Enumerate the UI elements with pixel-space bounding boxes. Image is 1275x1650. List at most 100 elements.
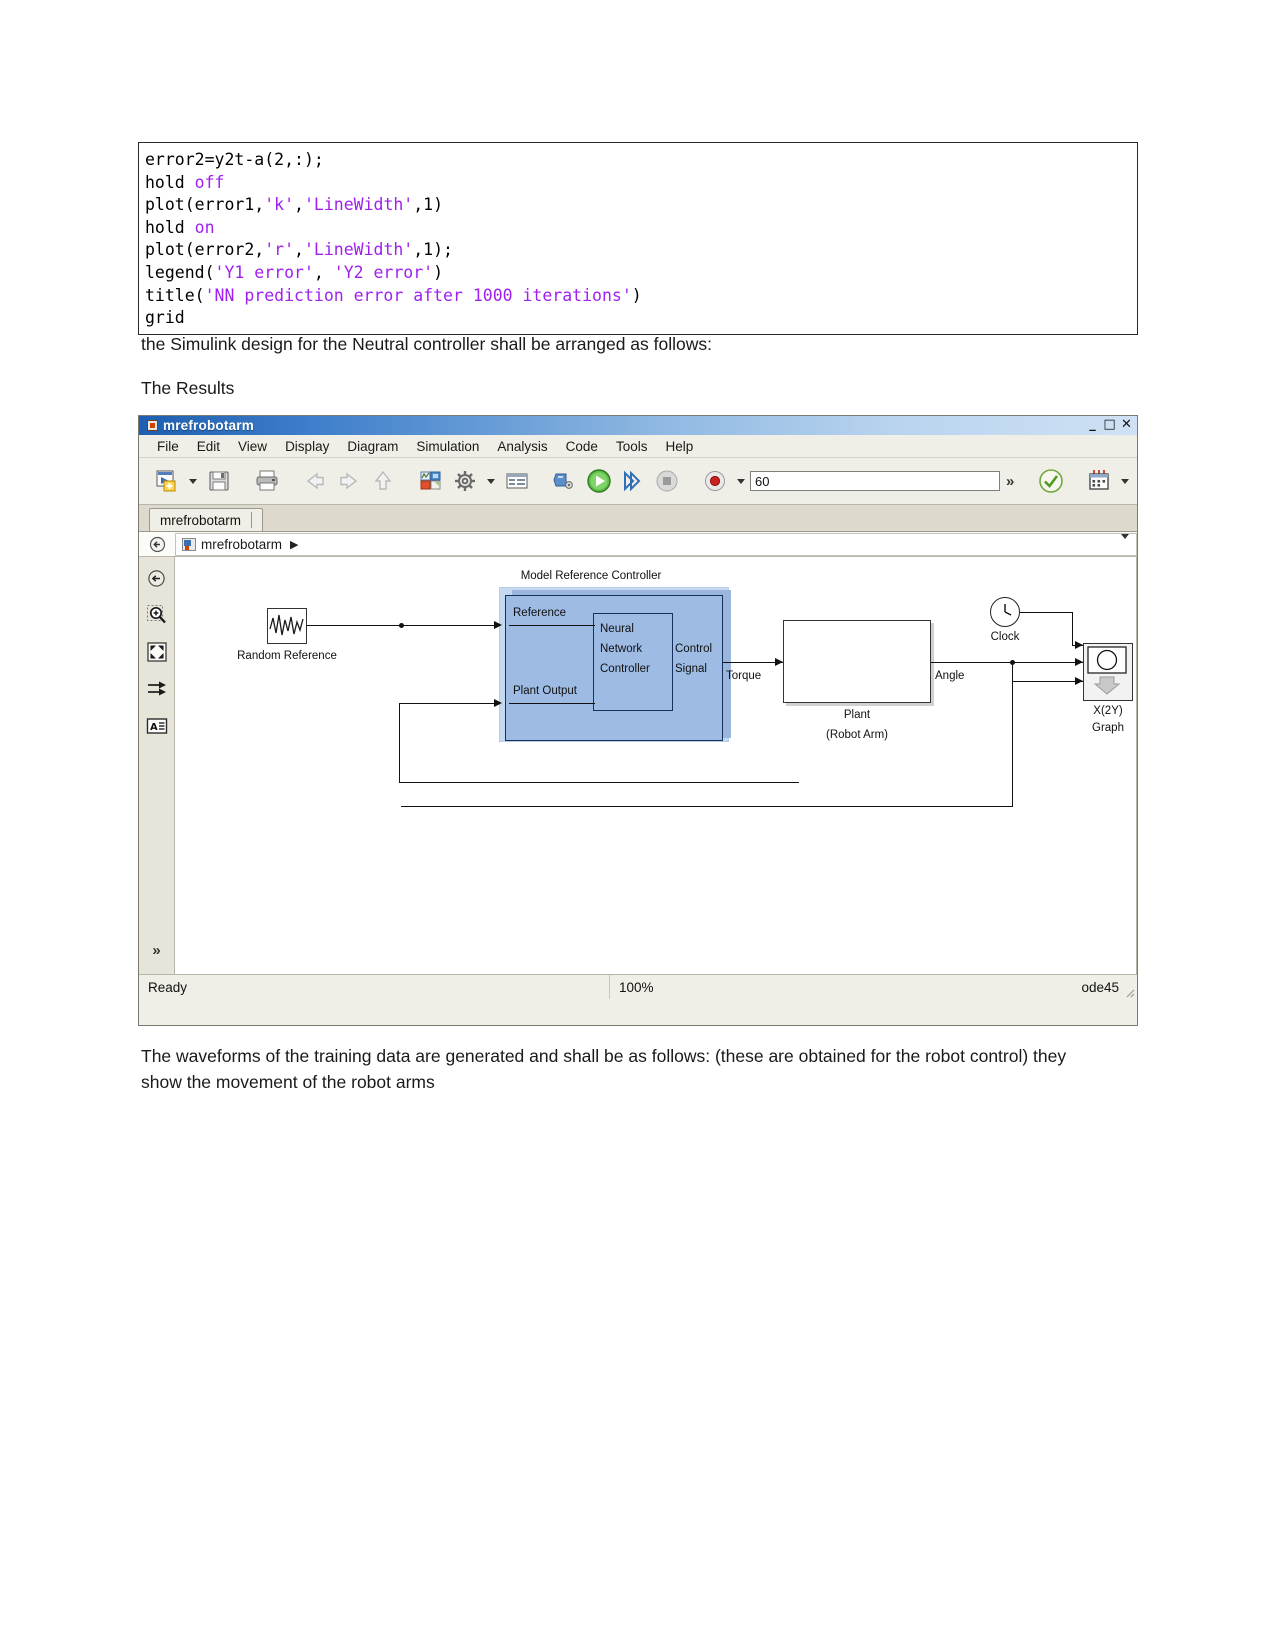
menu-item-analysis[interactable]: Analysis bbox=[488, 439, 556, 454]
arrow-reference-port bbox=[494, 621, 502, 629]
wire-clock-out bbox=[1020, 612, 1073, 614]
wire-random-to-junction bbox=[307, 625, 401, 627]
window-controls: _ □ ✕ bbox=[1084, 417, 1135, 432]
model-explorer-icon[interactable] bbox=[500, 464, 534, 498]
label-reference-port: Reference bbox=[513, 607, 567, 619]
status-solver: ode45 bbox=[1081, 979, 1119, 995]
arrow-plant-output-port bbox=[494, 699, 502, 707]
model-configuration-dropdown-icon[interactable] bbox=[482, 464, 500, 498]
label-angle: Angle bbox=[935, 670, 965, 682]
model-canvas[interactable]: Model Reference Controller Reference Pla… bbox=[175, 557, 1137, 974]
breadcrumb-dropdown-icon[interactable] bbox=[1121, 534, 1129, 557]
paragraph-simulink-design: the Simulink design for the Neutral cont… bbox=[141, 334, 712, 354]
print-icon[interactable] bbox=[250, 464, 284, 498]
simulink-model-icon bbox=[147, 420, 158, 431]
canvas-toolbar: A » bbox=[139, 557, 175, 974]
random-reference-block[interactable] bbox=[267, 608, 307, 644]
zoom-in-icon[interactable] bbox=[144, 602, 170, 628]
code-line: error2=y2t-a(2,:); bbox=[145, 150, 324, 169]
tab-label: mrefrobotarm bbox=[160, 512, 242, 528]
clock-block[interactable] bbox=[990, 597, 1020, 627]
wire-feedback-to-plant-output bbox=[399, 703, 495, 705]
breadcrumb[interactable]: mrefrobotarm ▶ bbox=[175, 532, 1137, 556]
new-model-dropdown-icon[interactable] bbox=[184, 464, 202, 498]
up-arrow-icon[interactable] bbox=[366, 464, 400, 498]
simulation-stop-time-input[interactable]: 60 bbox=[750, 471, 1000, 491]
toolbar: 60 » bbox=[139, 458, 1137, 505]
matlab-code-block: error2=y2t-a(2,:); hold off plot(error1,'k… bbox=[138, 142, 1138, 335]
wire-plant-output-inner bbox=[509, 703, 595, 705]
update-model-icon[interactable] bbox=[548, 464, 582, 498]
wire-feedback-bottom-inner bbox=[399, 782, 799, 784]
new-model-icon[interactable] bbox=[150, 464, 184, 498]
code-line: title('NN prediction error after 1000 it… bbox=[145, 285, 642, 305]
tab-mrefrobotarm[interactable]: mrefrobotarm bbox=[149, 508, 264, 531]
menu-item-file[interactable]: File bbox=[148, 439, 188, 454]
menu-item-edit[interactable]: Edit bbox=[188, 439, 229, 454]
toolbar-overflow-icon[interactable]: » bbox=[1000, 473, 1020, 490]
maximize-button[interactable]: □ bbox=[1101, 417, 1118, 432]
menu-item-diagram[interactable]: Diagram bbox=[338, 439, 407, 454]
run-icon[interactable] bbox=[582, 464, 616, 498]
wire-angle-branch-down bbox=[1012, 662, 1014, 682]
code-line: hold off bbox=[145, 172, 225, 192]
minimize-button[interactable]: _ bbox=[1084, 417, 1101, 432]
plant-robot-arm-block[interactable] bbox=[783, 620, 931, 703]
wire-plant-angle-out bbox=[931, 662, 1083, 664]
close-button[interactable]: ✕ bbox=[1118, 417, 1135, 432]
wire-angle-branch-right bbox=[1012, 681, 1083, 683]
back-arrow-icon[interactable] bbox=[298, 464, 332, 498]
menu-item-help[interactable]: Help bbox=[656, 439, 702, 454]
navigate-up-icon[interactable] bbox=[144, 565, 170, 591]
label-random-reference: Random Reference bbox=[237, 650, 337, 662]
schedule-editor-icon[interactable] bbox=[1082, 464, 1116, 498]
record-dropdown-icon[interactable] bbox=[732, 464, 750, 498]
library-browser-icon[interactable] bbox=[414, 464, 448, 498]
model-icon bbox=[182, 537, 196, 551]
expand-panel-icon[interactable]: » bbox=[144, 937, 170, 963]
arrow-scope-input-1 bbox=[1075, 641, 1083, 649]
arrow-scope-input-3 bbox=[1075, 677, 1083, 685]
save-icon[interactable] bbox=[202, 464, 236, 498]
model-configuration-icon[interactable] bbox=[448, 464, 482, 498]
label-nn-line3: Controller bbox=[600, 663, 650, 675]
wire-control-signal-to-plant bbox=[723, 662, 783, 664]
label-graph-line1: X(2Y) bbox=[1093, 705, 1123, 717]
step-forward-icon[interactable] bbox=[616, 464, 650, 498]
code-line: plot(error1,'k','LineWidth',1) bbox=[145, 195, 444, 215]
code-line: legend('Y1 error', 'Y2 error') bbox=[145, 262, 444, 282]
navigate-back-icon[interactable] bbox=[139, 536, 175, 553]
wire-outer-feedback-bottom bbox=[401, 806, 1013, 808]
annotation-icon[interactable]: A bbox=[144, 713, 170, 739]
label-graph-line2: Graph bbox=[1092, 722, 1124, 734]
stop-icon[interactable] bbox=[650, 464, 684, 498]
model-advisor-check-icon[interactable] bbox=[1034, 464, 1068, 498]
svg-text:A: A bbox=[150, 722, 158, 733]
simulink-model-window: mrefrobotarm _ □ ✕ File Edit View Displa… bbox=[138, 415, 1138, 1026]
label-clock: Clock bbox=[990, 631, 1020, 643]
forward-arrow-icon[interactable] bbox=[332, 464, 366, 498]
menu-item-view[interactable]: View bbox=[229, 439, 276, 454]
label-control-signal-line1: Control bbox=[675, 643, 713, 655]
label-plant-line1: Plant bbox=[843, 709, 871, 721]
breadcrumb-separator-icon: ▶ bbox=[290, 538, 299, 551]
label-control-signal-line2: Signal bbox=[675, 663, 707, 675]
label-plant-line2: (Robot Arm) bbox=[826, 729, 888, 741]
wire-clock-down bbox=[1072, 612, 1074, 646]
menu-item-display[interactable]: Display bbox=[276, 439, 338, 454]
tab-divider bbox=[251, 512, 253, 528]
schedule-editor-dropdown-icon[interactable] bbox=[1116, 464, 1134, 498]
resize-grip-icon[interactable] bbox=[1123, 986, 1135, 998]
arrow-plant-input bbox=[775, 658, 783, 666]
fit-to-view-icon[interactable] bbox=[144, 639, 170, 665]
xy-graph-block[interactable] bbox=[1083, 643, 1133, 701]
breadcrumb-model-name: mrefrobotarm bbox=[201, 536, 283, 552]
record-icon[interactable] bbox=[698, 464, 732, 498]
heading-the-results: The Results bbox=[141, 378, 235, 398]
signal-routing-icon[interactable] bbox=[144, 676, 170, 702]
wire-junction-to-reference-port bbox=[401, 625, 499, 627]
menu-item-tools[interactable]: Tools bbox=[607, 439, 657, 454]
menu-item-simulation[interactable]: Simulation bbox=[407, 439, 488, 454]
label-plant-output-port: Plant Output bbox=[513, 685, 577, 697]
menu-item-code[interactable]: Code bbox=[557, 439, 607, 454]
